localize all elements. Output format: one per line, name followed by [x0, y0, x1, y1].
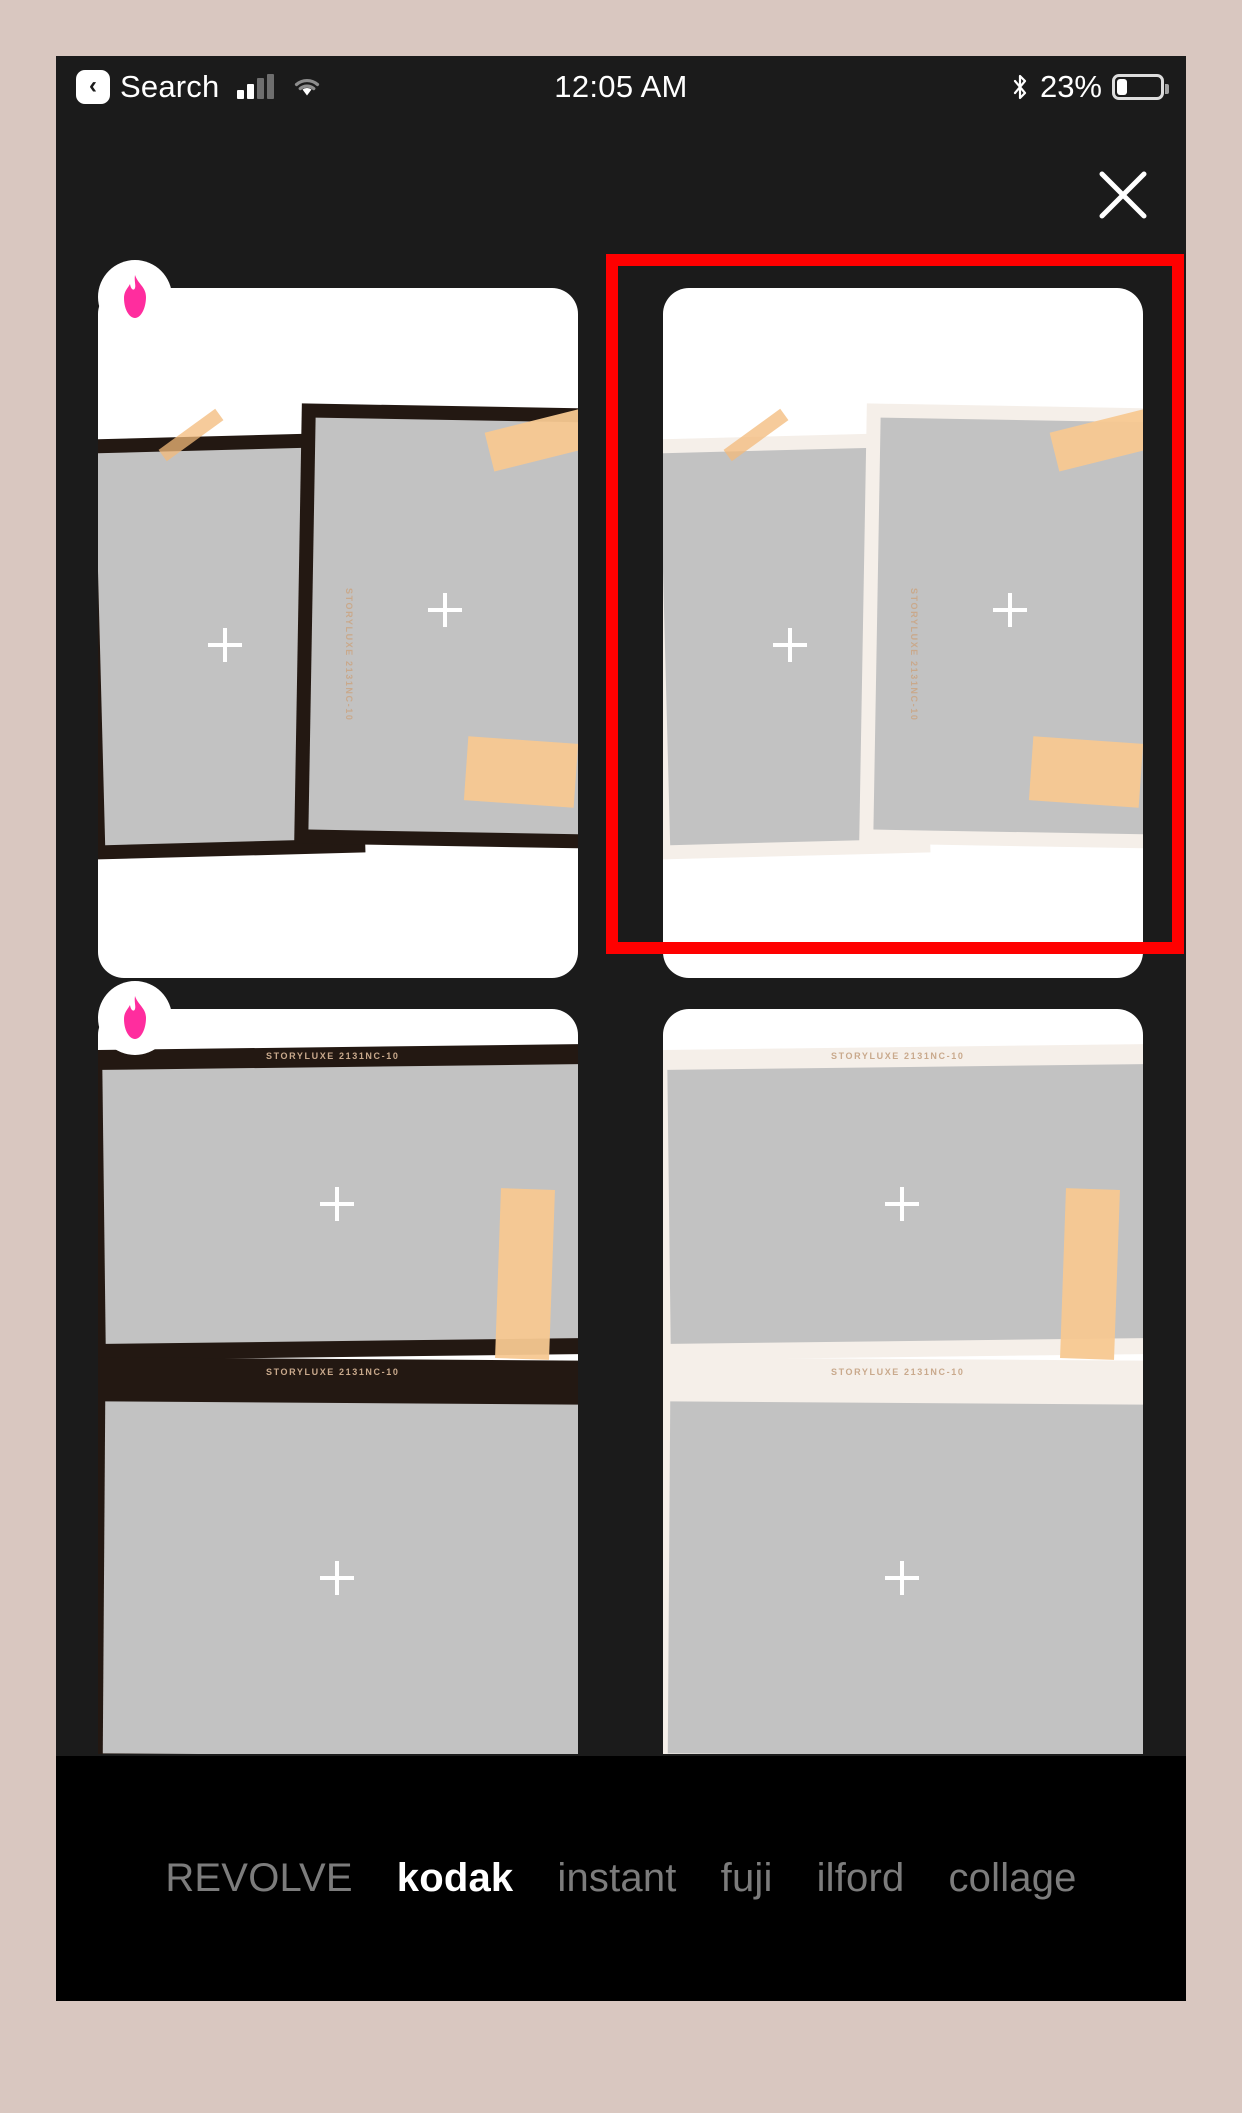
template-grid[interactable]: STORYLUXE 2131NC-10 STORYLUXE 2131NC-10 …: [56, 246, 1186, 1756]
photo-slot-plus-icon[interactable]: [993, 593, 1027, 627]
film-artwork: STORYLUXE 2131NC-10 STORYLUXE 2131NC-10: [98, 1009, 578, 1754]
filter-tab-revolve[interactable]: REVOLVE: [143, 1856, 374, 1901]
film-artwork: STORYLUXE 2131NC-10: [98, 288, 578, 978]
battery-icon: [1112, 74, 1169, 100]
film-label: STORYLUXE 2131NC-10: [909, 588, 919, 722]
film-label: STORYLUXE 2131NC-10: [831, 1367, 965, 1377]
photo-slot-plus-icon[interactable]: [885, 1561, 919, 1595]
template-card[interactable]: STORYLUXE 2131NC-10: [663, 288, 1143, 978]
premium-badge[interactable]: [98, 981, 172, 1055]
status-bar-indicators: 23%: [1010, 69, 1169, 105]
close-button[interactable]: [1092, 164, 1154, 226]
template-cell-2[interactable]: STORYLUXE 2131NC-10: [621, 246, 1186, 991]
template-cell-3[interactable]: STORYLUXE 2131NC-10 STORYLUXE 2131NC-10: [56, 981, 621, 1756]
template-cell-4[interactable]: STORYLUXE 2131NC-10 STORYLUXE 2131NC-10: [621, 991, 1186, 1756]
bluetooth-icon: [1010, 73, 1030, 101]
template-card[interactable]: STORYLUXE 2131NC-10 STORYLUXE 2131NC-10: [663, 1009, 1143, 1754]
battery-percent-label: 23%: [1039, 69, 1102, 104]
flame-icon: [124, 996, 146, 1039]
film-artwork: STORYLUXE 2131NC-10: [663, 288, 1143, 978]
photo-slot-plus-icon[interactable]: [885, 1187, 919, 1221]
film-label: STORYLUXE 2131NC-10: [266, 1051, 400, 1061]
film-label: STORYLUXE 2131NC-10: [831, 1051, 965, 1061]
phone-screen: ‹ Search 12:05 AM 23% STORYLUXE 2131NC-1…: [56, 56, 1186, 2001]
photo-slot-plus-icon[interactable]: [428, 593, 462, 627]
filter-tab-fuji[interactable]: fuji: [699, 1856, 795, 1901]
filter-tab-bar[interactable]: REVOLVE kodak instant fuji ilford collag…: [56, 1756, 1186, 2001]
filter-tab-instant[interactable]: instant: [535, 1856, 698, 1901]
film-label: STORYLUXE 2131NC-10: [344, 588, 354, 722]
photo-slot-plus-icon[interactable]: [320, 1561, 354, 1595]
premium-badge[interactable]: [98, 260, 172, 334]
flame-icon: [124, 275, 146, 318]
status-bar: ‹ Search 12:05 AM 23%: [56, 56, 1186, 118]
photo-slot-plus-icon[interactable]: [773, 628, 807, 662]
filter-tab-collage[interactable]: collage: [926, 1856, 1098, 1901]
photo-slot-plus-icon[interactable]: [320, 1187, 354, 1221]
filter-tab-kodak[interactable]: kodak: [375, 1856, 536, 1901]
film-artwork: STORYLUXE 2131NC-10 STORYLUXE 2131NC-10: [663, 1009, 1143, 1754]
close-icon: [1099, 171, 1147, 219]
film-label: STORYLUXE 2131NC-10: [266, 1367, 400, 1377]
template-cell-1[interactable]: STORYLUXE 2131NC-10: [56, 246, 621, 991]
template-card[interactable]: STORYLUXE 2131NC-10 STORYLUXE 2131NC-10: [98, 1009, 578, 1754]
filter-tab-ilford[interactable]: ilford: [795, 1856, 927, 1901]
photo-slot-plus-icon[interactable]: [208, 628, 242, 662]
template-card[interactable]: STORYLUXE 2131NC-10: [98, 288, 578, 978]
